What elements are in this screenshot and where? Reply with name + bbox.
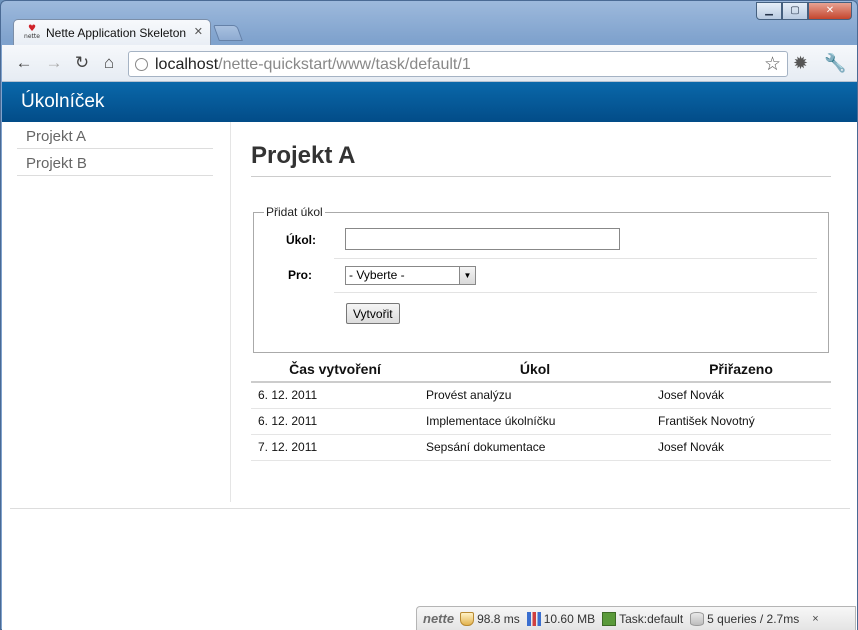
back-arrow-icon[interactable]: ← (14, 53, 34, 73)
sidebar: Projekt A Projekt B (2, 122, 231, 502)
debug-time[interactable]: 98.8 ms (460, 611, 520, 626)
nette-debug-bar: nette 98.8 ms 10.60 MB Task:default 5 qu… (416, 606, 856, 630)
nette-logo[interactable]: nette (423, 611, 454, 626)
debug-queries-value: 5 queries / 2.7ms (707, 611, 800, 626)
debug-database[interactable]: 5 queries / 2.7ms (690, 611, 800, 626)
cell-created: 7. 12. 2011 (251, 434, 419, 461)
presenter-icon (602, 611, 617, 626)
browser-window: ♥ nette Nette Application Skeleton ✕ ▁ ▢ … (0, 0, 858, 630)
debug-bar-close-icon[interactable]: × (812, 613, 818, 625)
column-header-task: Úkol (419, 357, 651, 383)
column-header-assigned: Přiřazeno (651, 357, 831, 383)
window-close-button[interactable]: ✕ (808, 2, 852, 20)
task-label: Úkol: (286, 233, 316, 247)
window-controls: ▁ ▢ ✕ (756, 2, 852, 20)
dropdown-arrow-icon[interactable]: ▼ (459, 267, 475, 284)
table-row: 6. 12. 2011 Provést analýzu Josef Novák (251, 382, 831, 409)
create-task-button[interactable]: Vytvořit (346, 303, 400, 324)
browser-tab[interactable]: ♥ nette Nette Application Skeleton ✕ (13, 19, 211, 45)
assignee-selected-value: - Vyberte - (349, 268, 405, 282)
maximize-button[interactable]: ▢ (782, 2, 808, 20)
cell-assigned: Josef Novák (651, 382, 831, 409)
hourglass-icon (460, 611, 475, 626)
url-text: localhost/nette-quickstart/www/task/defa… (155, 56, 471, 73)
cell-created: 6. 12. 2011 (251, 408, 419, 435)
reload-icon[interactable]: ↻ (72, 53, 92, 73)
cell-created: 6. 12. 2011 (251, 382, 419, 409)
page-info-icon (135, 58, 148, 71)
debug-time-value: 98.8 ms (477, 611, 520, 626)
page-title: Projekt A (251, 142, 831, 177)
address-bar[interactable]: localhost/nette-quickstart/www/task/defa… (128, 51, 788, 77)
app-title[interactable]: Úkolníček (21, 91, 104, 112)
memory-chart-icon (526, 611, 541, 626)
table-row: 6. 12. 2011 Implementace úkolníčku Frant… (251, 408, 831, 435)
tab-close-icon[interactable]: ✕ (194, 25, 203, 38)
column-header-created: Čas vytvoření (251, 357, 419, 383)
forward-arrow-icon[interactable]: → (44, 53, 64, 73)
cell-task: Implementace úkolníčku (419, 408, 651, 435)
table-row: 7. 12. 2011 Sepsání dokumentace Josef No… (251, 434, 831, 461)
cell-assigned: František Novotný (651, 408, 831, 435)
debug-memory-value: 10.60 MB (543, 611, 596, 626)
app-header: Úkolníček (2, 82, 857, 122)
cell-task: Sepsání dokumentace (419, 434, 651, 461)
wrench-menu-icon[interactable]: 🔧 (824, 53, 846, 74)
debug-memory[interactable]: 10.60 MB (526, 611, 596, 626)
page-viewport: Úkolníček Projekt A Projekt B Projekt A … (2, 82, 857, 630)
nette-favicon-icon: ♥ nette (24, 24, 40, 41)
table-header-row: Čas vytvoření Úkol Přiřazeno (251, 357, 831, 383)
debug-presenter[interactable]: Task:default (602, 611, 684, 626)
task-input[interactable] (345, 228, 620, 250)
bookmark-star-icon[interactable]: ☆ (764, 53, 781, 76)
browser-toolbar: ← → ↻ ⌂ localhost/nette-quickstart/www/t… (2, 45, 857, 82)
form-legend: Přidat úkol (266, 205, 323, 219)
tab-title: Nette Application Skeleton (46, 26, 187, 40)
new-tab-button[interactable] (213, 25, 243, 41)
sidebar-item-projekt-a[interactable]: Projekt A (17, 122, 213, 149)
extension-gear-icon[interactable]: ✹ (793, 53, 808, 74)
database-icon (690, 611, 705, 626)
form-divider (334, 258, 817, 259)
add-task-form: Přidat úkol Úkol: Pro: - Vyberte - ▼ Vyt… (253, 205, 829, 353)
assignee-select[interactable]: - Vyberte - ▼ (345, 266, 476, 285)
form-divider (334, 292, 817, 293)
cell-assigned: Josef Novák (651, 434, 831, 461)
main-content: Projekt A Přidat úkol Úkol: Pro: - Vyber… (251, 122, 831, 461)
tab-strip: ♥ nette Nette Application Skeleton ✕ ▁ ▢ … (1, 1, 857, 45)
tasks-table: Čas vytvoření Úkol Přiřazeno 6. 12. 2011… (251, 357, 831, 461)
sidebar-item-projekt-b[interactable]: Projekt B (17, 149, 213, 176)
home-icon[interactable]: ⌂ (99, 53, 119, 73)
debug-presenter-value: Task:default (619, 611, 684, 626)
minimize-button[interactable]: ▁ (756, 2, 782, 20)
cell-task: Provést analýzu (419, 382, 651, 409)
for-label: Pro: (288, 268, 312, 282)
page-footer-divider (10, 508, 850, 509)
